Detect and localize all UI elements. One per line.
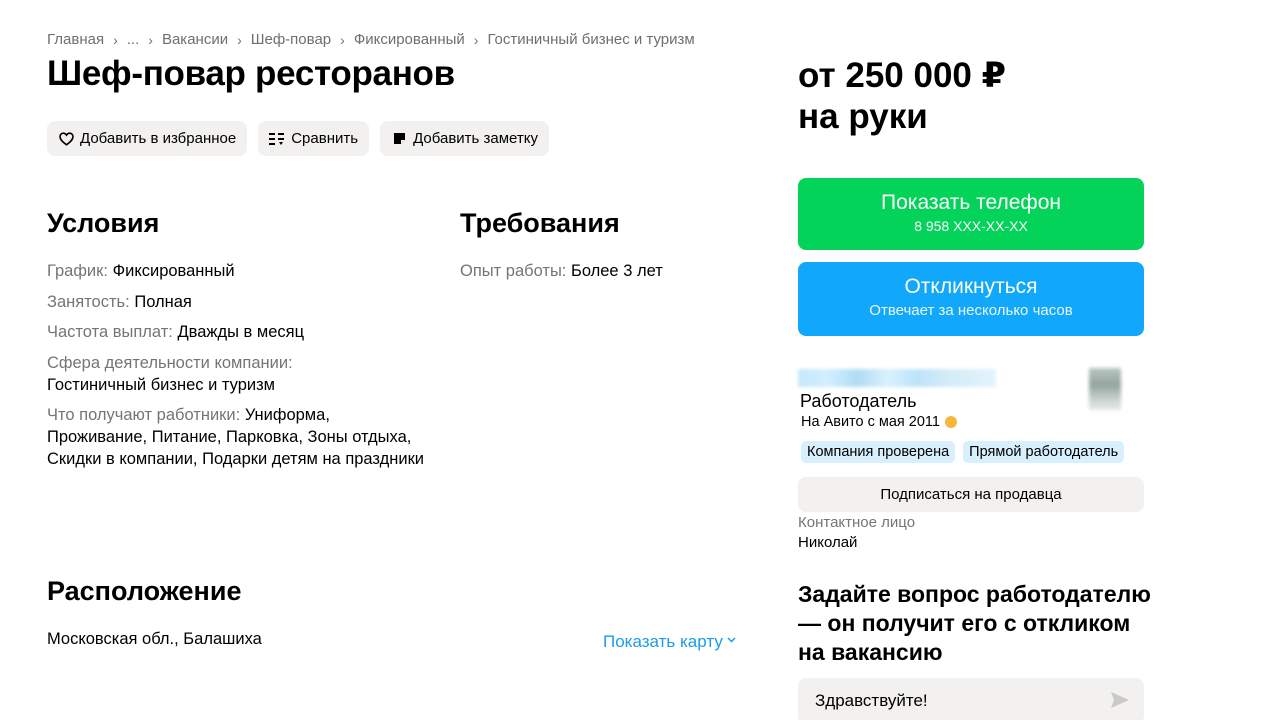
condition-value: Полная (134, 292, 192, 311)
requirement-experience: Опыт работы: Более 3 лет (460, 260, 663, 282)
ask-question-title: Задайте вопрос работодателю — он получит… (798, 581, 1151, 665)
requirement-value: Более 3 лет (570, 262, 663, 280)
breadcrumb-industry[interactable]: Гостиничный бизнес и туризм (487, 31, 694, 48)
add-note-button[interactable]: Добавить заметку (380, 121, 549, 156)
breadcrumb-home[interactable]: Главная (47, 31, 104, 48)
location-title: Расположение (47, 576, 242, 606)
respond-subtitle: Отвечает за несколько часов (869, 302, 1073, 319)
show-map-link[interactable]: Показать карту (603, 632, 736, 652)
condition-key: Что получают работники: (47, 406, 241, 424)
condition-key: График: (47, 262, 108, 280)
show-map-label: Показать карту (603, 632, 723, 651)
conditions-title: Условия (47, 208, 160, 238)
chevron-down-icon (727, 634, 736, 646)
show-phone-button[interactable]: Показать телефон 8 958 XXX-XX-XX (798, 178, 1144, 250)
requirement-key: Опыт работы: (460, 262, 567, 280)
send-icon[interactable] (1110, 691, 1130, 714)
verified-company-badge: Компания проверена (801, 441, 956, 463)
compare-icon (269, 131, 285, 147)
show-phone-label: Показать телефон (881, 191, 1061, 214)
conditions-list: График: Фиксированный Занятость: Полная … (47, 260, 427, 479)
breadcrumb-separator: › (340, 31, 345, 48)
compare-button[interactable]: Сравнить (258, 121, 370, 156)
respond-label: Откликнуться (904, 275, 1038, 298)
heart-icon (58, 131, 74, 147)
condition-payment-frequency: Частота выплат: Дважды в месяц (47, 321, 427, 343)
breadcrumb-separator: › (473, 31, 479, 48)
add-to-favorites-label: Добавить в избранное (80, 130, 237, 147)
employer-avatar[interactable] (1089, 368, 1121, 410)
employer-name-blurred[interactable] (798, 369, 996, 387)
condition-industry: Сфера деятельности компании: Гостиничный… (47, 352, 427, 396)
contact-person-label: Контактное лицо (798, 514, 916, 531)
contact-person-name: Николай (798, 534, 858, 551)
condition-employment: Занятость: Полная (47, 291, 427, 313)
breadcrumb-vacancies[interactable]: Вакансии (162, 31, 228, 48)
salary: от 250 000 ₽ на руки (798, 55, 1006, 137)
subscribe-button[interactable]: Подписаться на продавца (798, 477, 1144, 512)
employer-badges: Компания проверена Прямой работодатель (801, 441, 1125, 463)
breadcrumb-separator: › (113, 31, 118, 48)
add-note-label: Добавить заметку (413, 130, 538, 147)
condition-value: Гостиничный бизнес и туризм (47, 375, 275, 394)
condition-key: Сфера деятельности компании: (47, 353, 293, 372)
direct-employer-badge: Прямой работодатель (963, 441, 1125, 463)
employer-label: Работодатель (800, 391, 917, 411)
page-title: Шеф-повар ресторанов (47, 54, 455, 93)
requirements-title: Требования (460, 208, 620, 238)
phone-number-masked: 8 958 XXX-XX-XX (914, 218, 1028, 234)
breadcrumb-separator: › (237, 31, 242, 48)
note-icon (391, 131, 407, 147)
condition-value: Фиксированный (112, 262, 235, 280)
location-address: Московская обл., Балашиха (47, 630, 262, 648)
employer-since-text: На Авито с мая 2011 (801, 414, 940, 430)
breadcrumb: Главная › ... › Вакансии › Шеф-повар › Ф… (47, 31, 695, 48)
breadcrumb-ellipsis[interactable]: ... (127, 31, 140, 48)
condition-schedule: График: Фиксированный (47, 260, 427, 282)
medal-icon (944, 416, 957, 428)
action-bar: Добавить в избранное Сравнить Добавить з… (47, 121, 549, 156)
salary-note: на руки (798, 97, 928, 136)
add-to-favorites-button[interactable]: Добавить в избранное (47, 121, 248, 156)
requirements-list: Опыт работы: Более 3 лет (460, 260, 663, 282)
salary-amount: от 250 000 ₽ (798, 56, 1006, 95)
breadcrumb-separator: › (148, 31, 153, 48)
message-input-value: Здравствуйте! (815, 691, 928, 710)
condition-value: Дважды в месяц (177, 323, 305, 341)
condition-benefits: Что получают работники: Униформа, Прожив… (47, 404, 427, 470)
breadcrumb-schedule[interactable]: Фиксированный (354, 31, 465, 48)
compare-label: Сравнить (291, 130, 359, 147)
message-input[interactable]: Здравствуйте! (798, 678, 1144, 720)
condition-key: Частота выплат: (47, 323, 173, 341)
employer-since: На Авито с мая 2011 (801, 414, 957, 430)
condition-key: Занятость: (47, 292, 130, 311)
breadcrumb-chef[interactable]: Шеф-повар (251, 31, 331, 48)
respond-button[interactable]: Откликнуться Отвечает за несколько часов (798, 262, 1144, 336)
